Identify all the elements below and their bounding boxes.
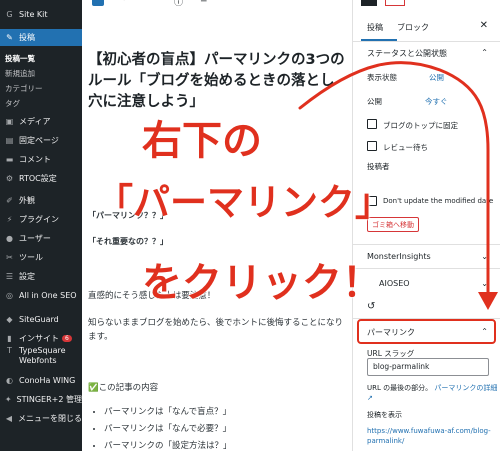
highlight-box (357, 319, 496, 344)
annotation-line-1: 右下の (142, 118, 262, 164)
annotation-line-3: をクリック！ (142, 260, 382, 306)
annotation-line-2: 「パーマリンク」 (96, 181, 392, 224)
editor-screen: { "sidebar": { "site_kit": "Site Kit", "… (0, 0, 500, 451)
